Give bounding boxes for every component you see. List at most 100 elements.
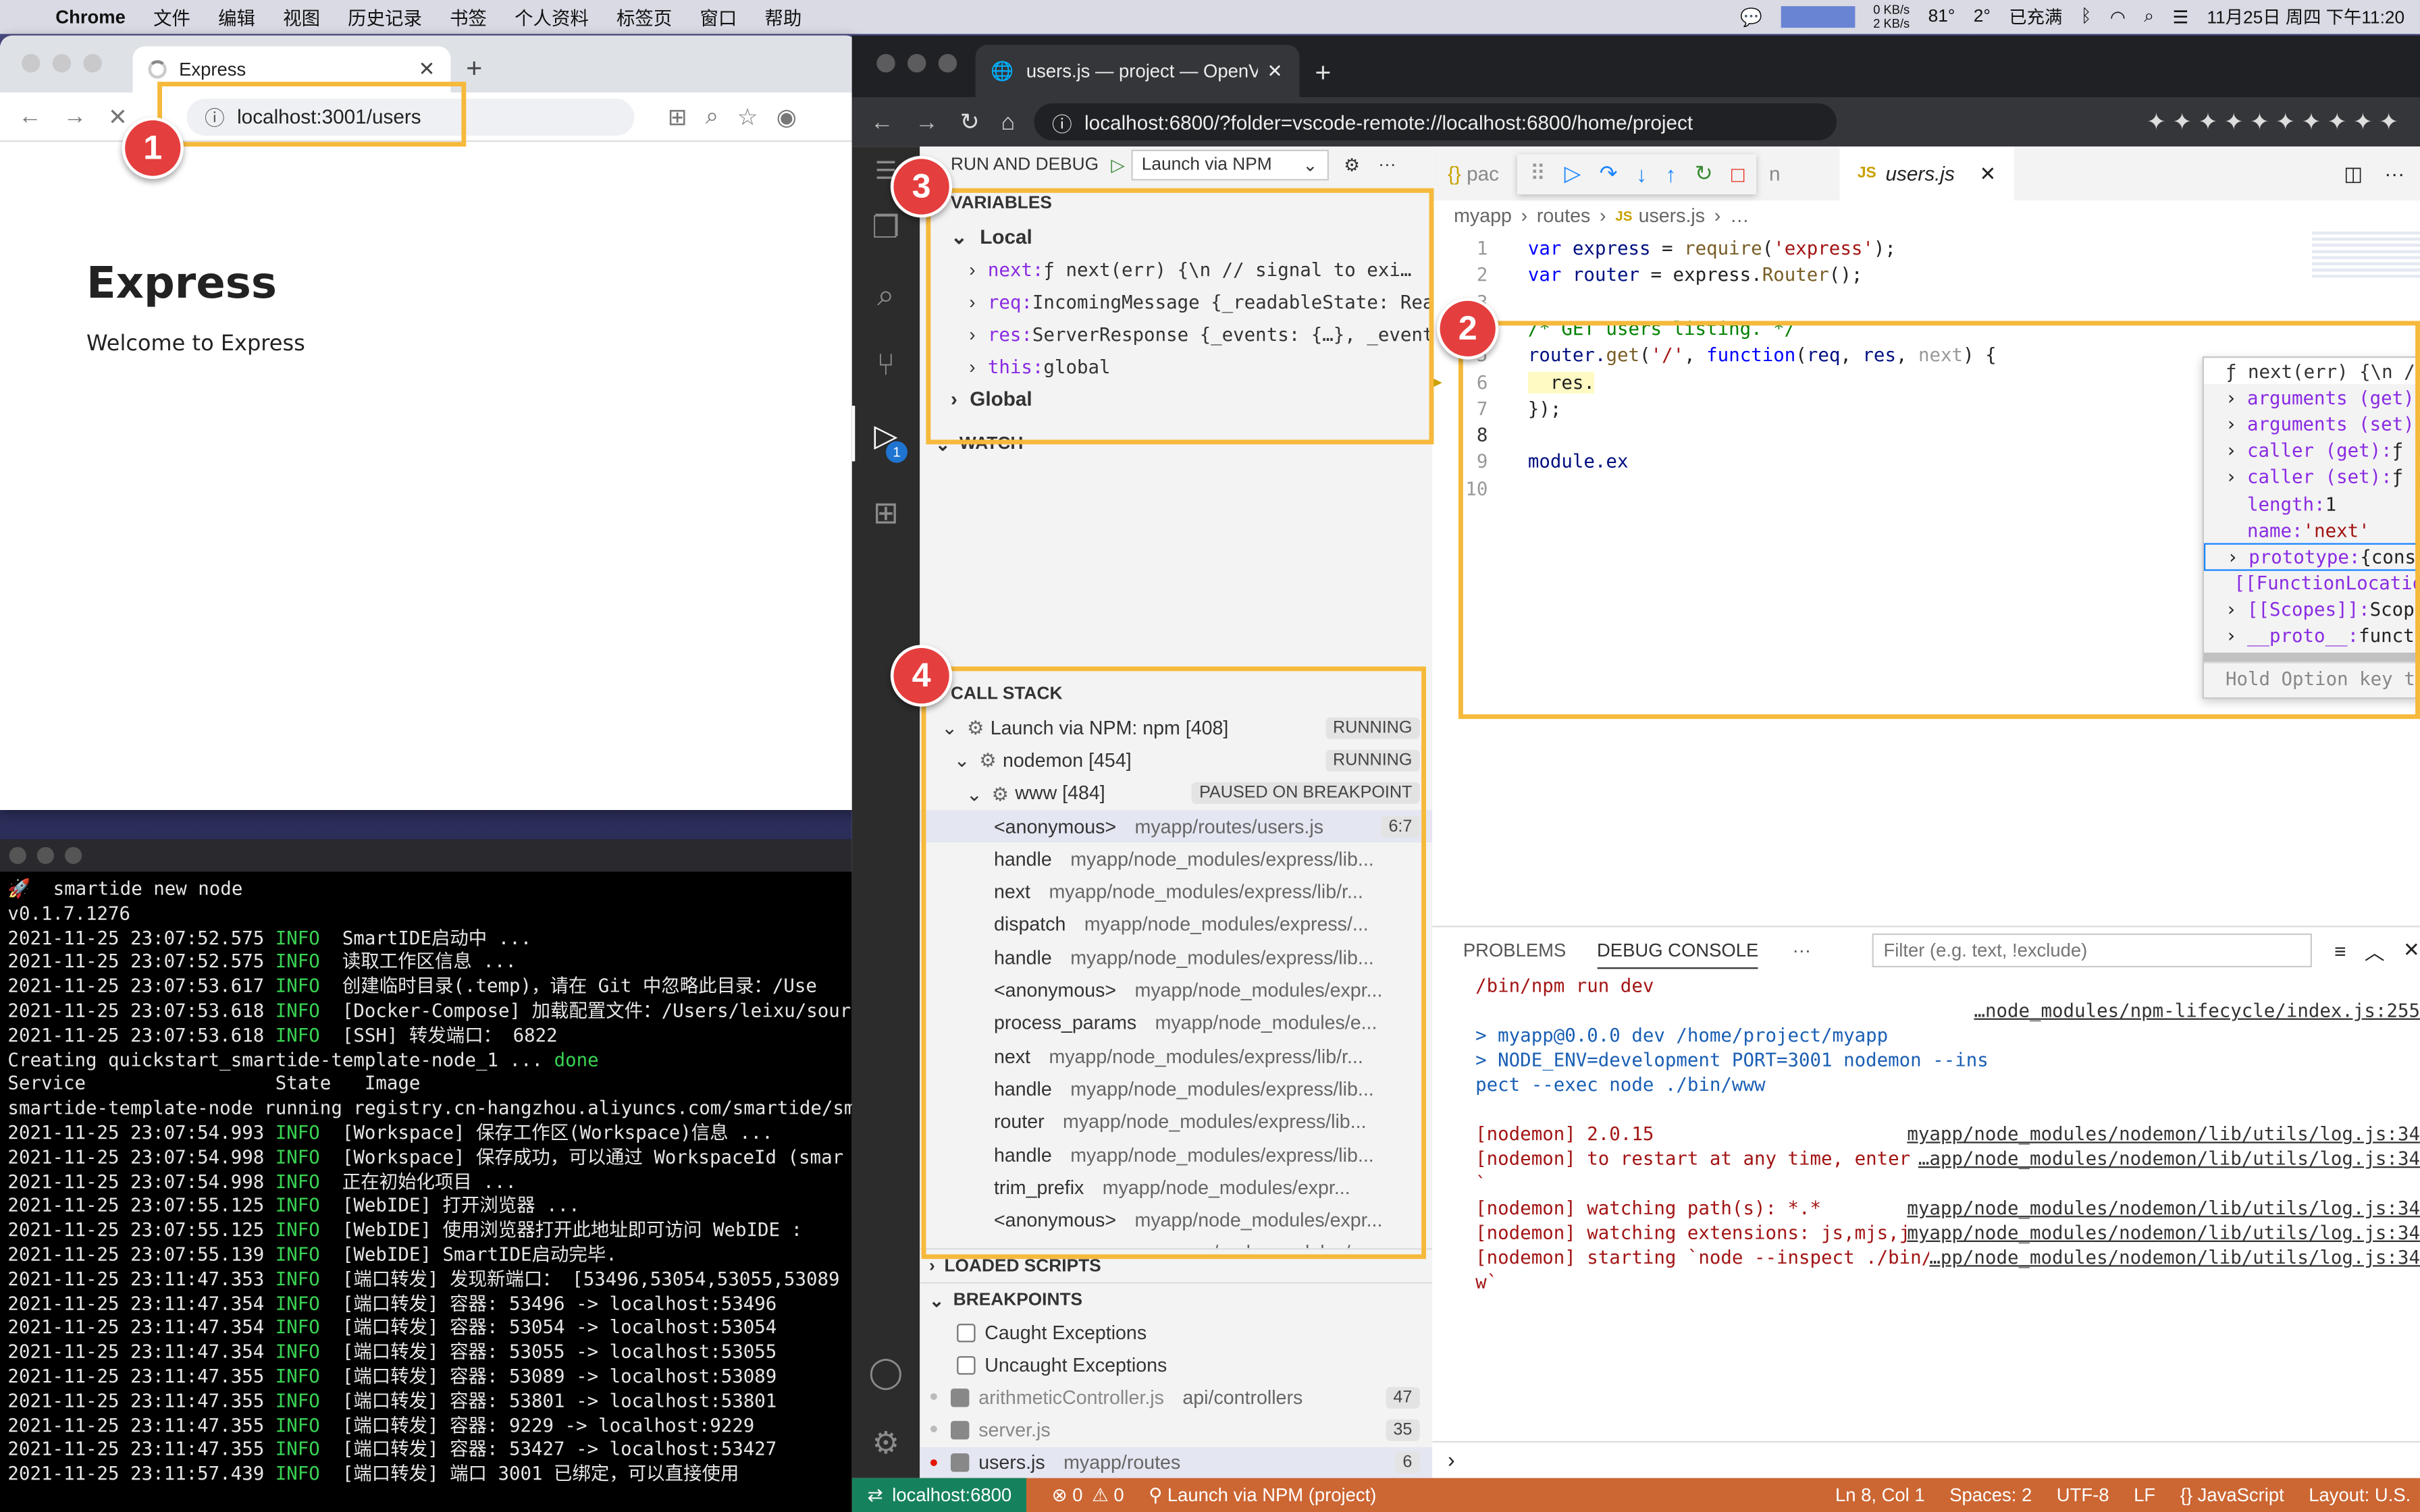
step-out-icon[interactable]: ↑ xyxy=(1665,161,1676,186)
eol[interactable]: LF xyxy=(2134,1484,2155,1506)
expand-icon[interactable]: › xyxy=(2226,387,2247,408)
apps-icon[interactable]: ⊞ xyxy=(668,103,687,130)
accounts-icon[interactable]: ◯ xyxy=(868,1353,905,1390)
bookmark-star-icon[interactable]: ☆ xyxy=(737,103,758,130)
hover-property-row[interactable]: length: 1 xyxy=(2204,491,2420,517)
vs-forward-icon[interactable]: → xyxy=(915,109,938,135)
stack-frame[interactable]: handle myapp/node_modules/express/lib... xyxy=(920,1139,1432,1172)
browser-tab-express[interactable]: Express ✕ xyxy=(132,46,451,93)
stack-frame[interactable]: <anonymous> myapp/node_modules/expr... xyxy=(920,974,1432,1007)
breakpoint-item[interactable]: ● arithmeticController.js api/controllers 4… xyxy=(920,1381,1432,1414)
stack-frame[interactable]: handle myapp/node_modules/express/lib... xyxy=(920,1073,1432,1106)
panel-more-icon[interactable]: ··· xyxy=(1793,940,1811,961)
stack-frame[interactable]: <anonymous> myapp/node_modules/expr... xyxy=(920,1204,1432,1237)
launch-config-select[interactable]: Launch via NPM ⌄ xyxy=(1130,149,1329,181)
profile-icon[interactable]: ◉ xyxy=(777,103,797,130)
loaded-scripts-section-header[interactable]: › LOADED SCRIPTS xyxy=(920,1248,1433,1282)
expand-icon[interactable]: › xyxy=(2226,626,2247,647)
minimap[interactable] xyxy=(2311,231,2420,278)
split-editor-icon[interactable]: ◫ xyxy=(2344,161,2363,186)
console-source-link[interactable]: …node_modules/npm-lifecycle/index.js:255 xyxy=(1974,998,2420,1023)
hover-property-row[interactable]: name: 'next' xyxy=(2204,517,2420,543)
stack-frame[interactable]: process_params myapp/node_modules/e... xyxy=(920,1007,1432,1040)
back-icon[interactable]: ← xyxy=(18,103,41,130)
warning-count[interactable]: ⚠ 0 xyxy=(1092,1484,1124,1506)
hover-property-row[interactable]: ›__proto__: function () { [native code] … xyxy=(2204,623,2420,649)
wifi-icon[interactable]: ◠ xyxy=(2110,6,2126,28)
chevron-right-icon[interactable]: › xyxy=(969,259,975,280)
debug-session[interactable]: ⌄ ⚙ Launch via NPM: npm [408] RUNNING xyxy=(920,711,1432,745)
extensions-icon[interactable]: ⊞ xyxy=(868,493,905,531)
watch-section-header[interactable]: ⌄ WATCH xyxy=(920,427,1432,461)
console-source-link[interactable]: myapp/node_modules/nodemon/lib/utils/log… xyxy=(1907,1121,2420,1147)
hover-property-row[interactable]: ›caller (get): ƒ () xyxy=(2204,437,2420,464)
forward-icon[interactable]: → xyxy=(63,103,86,130)
terminal-close-button[interactable] xyxy=(9,846,26,864)
variable-row[interactable]: › this: global xyxy=(920,350,1432,383)
clear-console-icon[interactable]: ≡ xyxy=(2334,939,2346,962)
stop-icon[interactable]: ✕ xyxy=(108,103,128,130)
search-view-icon[interactable]: ⌕ xyxy=(868,277,905,315)
checkbox[interactable] xyxy=(951,1388,970,1407)
menu-help[interactable]: 帮助 xyxy=(764,4,801,30)
language-mode[interactable]: {} JavaScript xyxy=(2180,1484,2284,1506)
breakpoint-dot-icon[interactable]: ● xyxy=(929,1388,939,1405)
debug-console-filter[interactable] xyxy=(1872,933,2313,968)
search-icon[interactable]: ⌕ xyxy=(2144,7,2154,27)
chevron-right-icon[interactable]: › xyxy=(969,356,975,377)
checkbox[interactable] xyxy=(957,1322,976,1342)
menu-profile[interactable]: 个人资料 xyxy=(515,4,589,30)
vs-zoom-window-button[interactable] xyxy=(938,53,957,73)
editor-tab-hidden[interactable]: n xyxy=(1769,162,1781,185)
console-source-link[interactable]: myapp/node_modules/nodemon/lib/utils/log… xyxy=(1907,1220,2420,1245)
home-icon[interactable]: ⌂ xyxy=(1001,109,1015,135)
stack-frame[interactable]: next myapp/node_modules/express/lib/r... xyxy=(920,875,1432,909)
call-stack-section-header[interactable]: CALL STACK xyxy=(920,677,1432,711)
close-window-button[interactable] xyxy=(21,53,41,73)
app-menu[interactable]: Chrome xyxy=(55,6,126,28)
restart-icon[interactable]: ↻ xyxy=(1695,161,1713,187)
terminal-minimize-button[interactable] xyxy=(36,846,54,864)
menu-file[interactable]: 文件 xyxy=(153,4,190,30)
cursor-position[interactable]: Ln 8, Col 1 xyxy=(1835,1484,1925,1506)
stack-frame[interactable]: dispatch myapp/node_modules/express/... xyxy=(920,909,1432,942)
source-control-icon[interactable]: ⑂ xyxy=(868,347,905,384)
clock[interactable]: 11月25日 周四 下午11:20 xyxy=(2207,5,2404,30)
address-bar[interactable]: ⓘ localhost:3001/users xyxy=(186,98,634,135)
continue-icon[interactable]: ▷ xyxy=(1564,161,1581,187)
debug-session[interactable]: ⌄ ⚙ nodemon [454] RUNNING xyxy=(920,744,1432,777)
variables-section-header[interactable]: VARIABLES xyxy=(920,187,1432,221)
hover-property-row[interactable]: ›[[Scopes]]: Scopes[3] xyxy=(2204,597,2420,623)
browser-tab-vscode[interactable]: 🌐 users.js — project — OpenVSCode ✕ xyxy=(975,45,1300,97)
encoding[interactable]: UTF-8 xyxy=(2057,1484,2109,1506)
terminal-zoom-button[interactable] xyxy=(64,846,82,864)
hover-property-row[interactable]: ›arguments (set): ƒ () xyxy=(2204,411,2420,437)
breakpoint-arrow-icon[interactable]: ▶ xyxy=(1432,372,1442,392)
editor-tab-package[interactable]: {} pac xyxy=(1448,162,1499,185)
menu-history[interactable]: 历史记录 xyxy=(348,4,422,30)
breakpoint-dot-icon[interactable]: ● xyxy=(929,1455,939,1472)
editor-tab-users-js[interactable]: JS users.js ✕ xyxy=(1839,146,2015,201)
extensions-puzzle-icon[interactable]: ✦ ✦ ✦ ✦ ✦ ✦ ✦ ✦ ✦ ✦ xyxy=(2147,108,2398,136)
maximize-panel-icon[interactable]: ︿ xyxy=(2365,936,2385,965)
vs-new-tab-button[interactable]: + xyxy=(1315,57,1331,90)
drag-handle-icon[interactable]: ⠿ xyxy=(1530,161,1546,187)
console-source-link[interactable]: myapp/node_modules/nodemon/lib/utils/log… xyxy=(1907,1195,2420,1220)
vs-minimize-window-button[interactable] xyxy=(907,53,926,73)
variable-row[interactable]: › req: IncomingMessage {_readableState: R… xyxy=(920,286,1432,318)
variable-row[interactable]: › res: ServerResponse {_events: {…}, _eve… xyxy=(920,318,1432,350)
menu-view[interactable]: 视图 xyxy=(283,4,320,30)
vs-info-icon[interactable]: ⓘ xyxy=(1052,107,1072,136)
scope-global[interactable]: › Global xyxy=(920,383,1432,415)
hover-property-row[interactable]: ›prototype: {constructor: ƒ} xyxy=(2203,543,2420,570)
indent-setting[interactable]: Spaces: 2 xyxy=(1949,1484,2032,1506)
more-actions-icon[interactable]: ··· xyxy=(1378,156,1396,174)
control-center-icon[interactable]: ☰ xyxy=(2172,6,2188,28)
stack-frame[interactable]: <anonymous> myapp/routes/users.js 6:7 xyxy=(920,809,1433,843)
vs-address-bar[interactable]: ⓘ localhost:6800/?folder=vscode-remote:/… xyxy=(1033,103,1837,140)
expand-icon[interactable]: › xyxy=(2226,440,2247,462)
breakpoints-section-header[interactable]: ⌄ BREAKPOINTS xyxy=(920,1282,1433,1316)
hover-property-row[interactable]: ›arguments (get): ƒ () xyxy=(2204,385,2420,411)
stack-frame[interactable]: router myapp/node_modules/express/lib... xyxy=(920,1106,1432,1139)
start-debug-icon[interactable]: ▷ xyxy=(1111,155,1124,176)
